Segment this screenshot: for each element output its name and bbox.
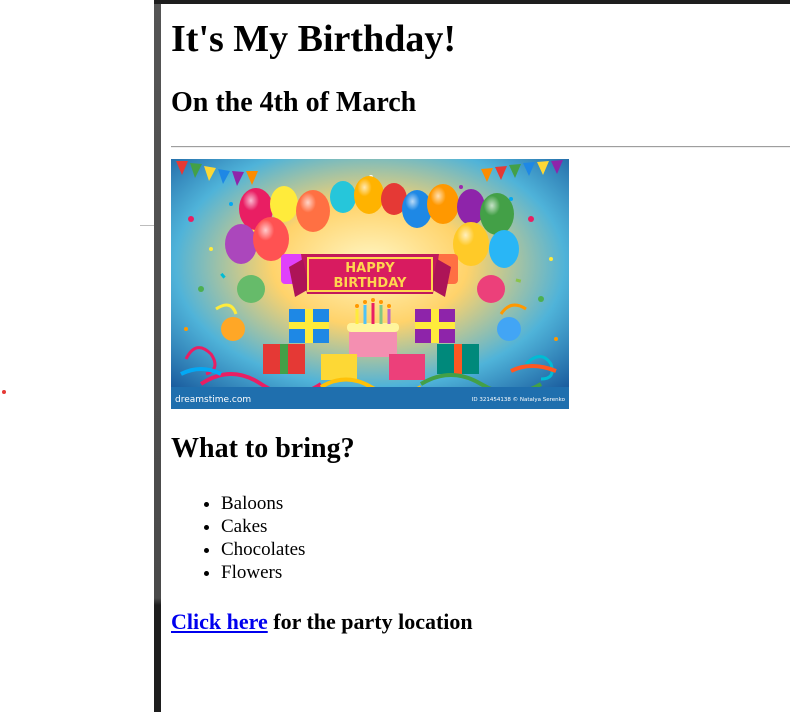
- pane-divider[interactable]: [154, 0, 161, 712]
- list-item: Baloons: [221, 492, 305, 515]
- svg-text:BIRTHDAY: BIRTHDAY: [334, 276, 408, 291]
- watermark-right: ID 321454138 © Natalya Serenko: [472, 396, 566, 403]
- what-to-bring-heading: What to bring?: [171, 433, 355, 464]
- page-title: It's My Birthday!: [171, 18, 456, 60]
- horizontal-rule: [171, 146, 790, 148]
- red-dot-marker: [2, 390, 6, 394]
- list-item: Cakes: [221, 515, 305, 538]
- list-item: Flowers: [221, 561, 305, 584]
- party-location-text: for the party location: [267, 609, 473, 634]
- gutter-line: [140, 225, 155, 226]
- svg-text:HAPPY: HAPPY: [345, 261, 395, 276]
- party-location-line: Click here for the party location: [171, 608, 473, 636]
- date-heading: On the 4th of March: [171, 87, 417, 118]
- happy-birthday-ribbon: HAPPY BIRTHDAY: [289, 254, 451, 297]
- party-location-link[interactable]: Click here: [171, 609, 268, 634]
- list-item: Chocolates: [221, 538, 305, 561]
- bring-list: Baloons Cakes Chocolates Flowers: [171, 492, 305, 584]
- page-content: It's My Birthday! On the 4th of March HA…: [171, 4, 790, 712]
- left-gutter: [0, 0, 155, 712]
- watermark-left: dreamstime.com: [175, 395, 251, 405]
- birthday-banner-image: HAPPY BIRTHDAY dreamstime.com ID 3214541…: [171, 159, 569, 409]
